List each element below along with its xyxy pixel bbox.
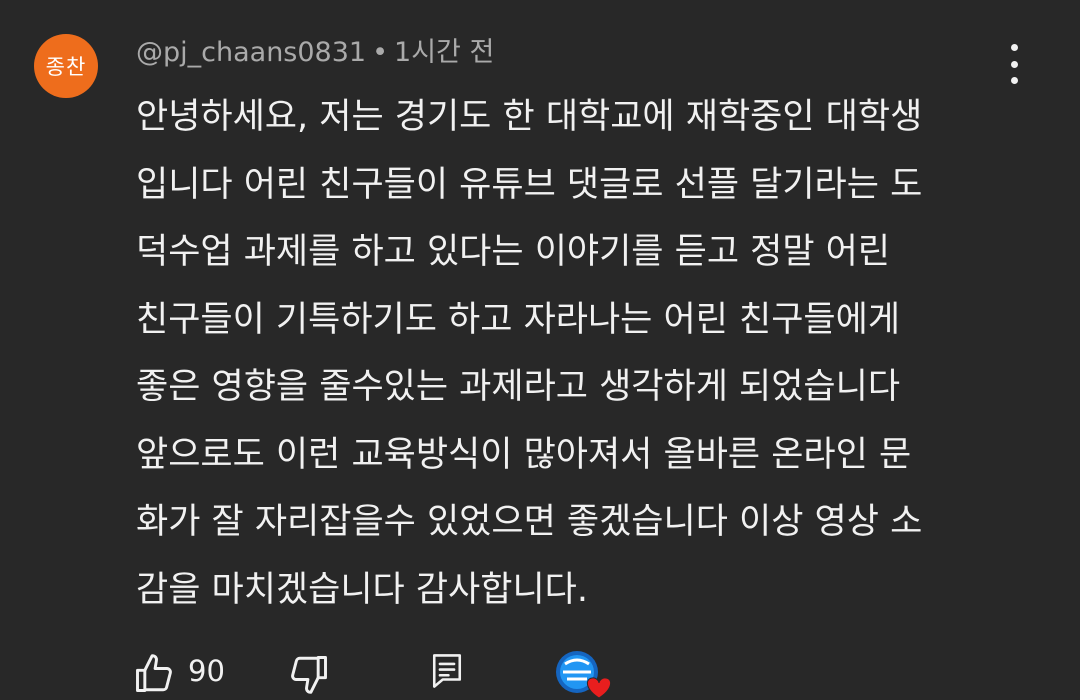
comment-line: 안녕하세요, 저는 경기도 한 대학교에 재학중인 대학생 — [136, 97, 923, 137]
comment-body: 안녕하세요, 저는 경기도 한 대학교에 재학중인 대학생 입니다 어린 친구들… — [136, 84, 1016, 624]
more-dot — [1010, 44, 1018, 51]
comment-line: 친구들이 기특하기도 하고 자라나는 어린 친구들에게 — [136, 299, 901, 340]
more-dot — [1010, 77, 1018, 84]
comment-line: 입니다 어린 친구들이 유튜브 댓글로 선플 달기라는 도 — [136, 164, 923, 205]
comment-time[interactable]: 1시간 전 — [394, 37, 494, 68]
reply-icon[interactable] — [430, 652, 464, 690]
comment-line: 앞으로도 이런 교육방식이 많아져서 올바른 온라인 문 — [136, 434, 912, 475]
more-options-icon[interactable] — [1002, 44, 1026, 84]
comment-actions: 90 — [0, 640, 1080, 700]
thumbs-down-icon[interactable] — [287, 652, 331, 696]
comment-line: 좋은 영향을 줄수있는 과제라고 생각하게 되었습니다 — [136, 367, 901, 407]
meta-separator: • — [372, 37, 389, 68]
avatar-initials: 종찬 — [45, 55, 87, 79]
author-handle[interactable]: @pj_chaans0831 — [136, 37, 366, 68]
comment-meta: @pj_chaans0831 • 1시간 전 — [136, 30, 494, 69]
creator-heart-icon[interactable] — [555, 650, 615, 700]
comment-line: 화가 잘 자리잡을수 있었으면 좋겠습니다 이상 영상 소 — [136, 502, 923, 542]
comment-line: 덕수업 과제를 하고 있다는 이야기를 듣고 정말 어린 — [136, 232, 891, 272]
avatar[interactable]: 종찬 — [34, 34, 98, 98]
like-count: 90 — [188, 654, 225, 688]
thumbs-up-icon[interactable] — [132, 652, 176, 696]
comment-line: 감을 마치겠습니다 감사합니다. — [136, 569, 588, 610]
more-dot — [1010, 60, 1018, 68]
